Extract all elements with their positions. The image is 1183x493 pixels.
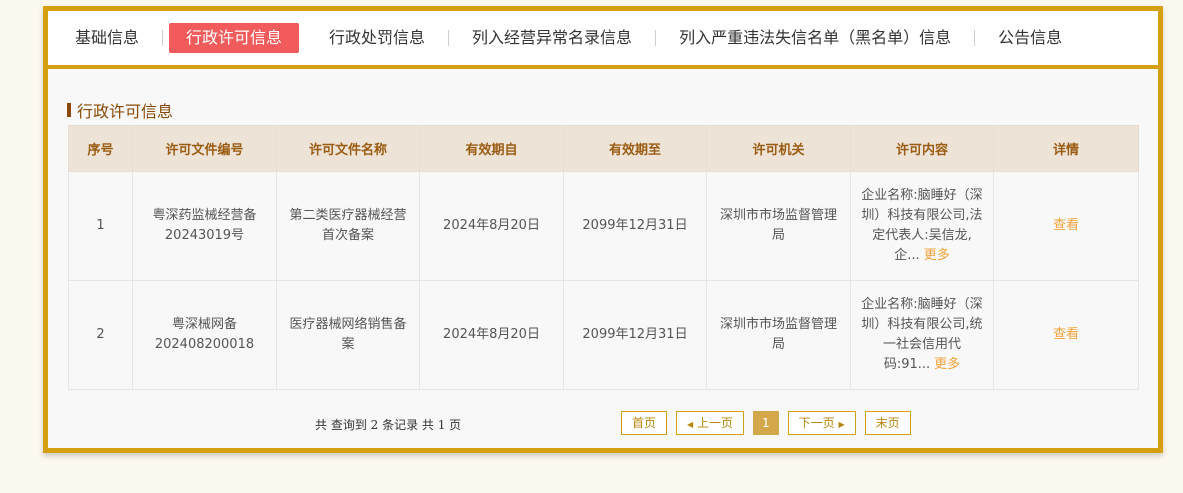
prev-page-button[interactable]: ◀ 上一页 xyxy=(676,411,745,435)
row-valid-from: 2024年8月20日 xyxy=(419,280,564,390)
column-header-authority: 许可机关 xyxy=(706,125,851,172)
table-row: 2 粤深械网备202408200018 医疗器械网络销售备案 2024年8月20… xyxy=(68,280,1139,390)
view-detail-link[interactable]: 查看 xyxy=(1053,327,1079,342)
tab-abnormal-list[interactable]: 列入经营异常名录信息 xyxy=(455,23,649,53)
row-valid-to: 2099年12月31日 xyxy=(563,171,707,281)
prev-page-label: 上一页 xyxy=(697,416,734,430)
tab-bar: 基础信息 行政许可信息 行政处罚信息 列入经营异常名录信息 列入严重违法失信名单… xyxy=(48,11,1158,69)
table-header-row: 序号 许可文件编号 许可文件名称 有效期自 有效期至 许可机关 许可内容 详情 xyxy=(68,125,1139,172)
row-doc-no: 粤深械网备202408200018 xyxy=(132,280,277,390)
row-authority: 深圳市市场监督管理局 xyxy=(706,280,851,390)
pagination-summary: 共 查询到 2 条记录 共 1 页 xyxy=(315,418,462,432)
row-doc-name: 医疗器械网络销售备案 xyxy=(276,280,420,390)
table-row: 1 粤深药监械经营备20243019号 第二类医疗器械经营首次备案 2024年8… xyxy=(68,171,1139,281)
tab-divider xyxy=(974,30,976,46)
more-link[interactable]: 更多 xyxy=(934,357,960,372)
tab-divider xyxy=(655,30,657,46)
column-header-doc-name: 许可文件名称 xyxy=(276,125,420,172)
next-page-label: 下一页 xyxy=(798,416,835,430)
column-header-index: 序号 xyxy=(68,125,133,172)
info-panel: 基础信息 行政许可信息 行政处罚信息 列入经营异常名录信息 列入严重违法失信名单… xyxy=(43,6,1163,453)
caret-left-icon: ◀ xyxy=(687,420,694,429)
column-header-doc-no: 许可文件编号 xyxy=(132,125,277,172)
view-detail-link[interactable]: 查看 xyxy=(1053,218,1079,233)
license-table: 序号 许可文件编号 许可文件名称 有效期自 有效期至 许可机关 许可内容 详情 … xyxy=(68,125,1139,390)
row-content: 企业名称:脑睡好（深圳）科技有限公司,统一社会信用代码:91... xyxy=(861,297,983,372)
row-content: 企业名称:脑睡好（深圳）科技有限公司,法定代表人:吴信龙,企... xyxy=(861,188,983,263)
heading-marker xyxy=(67,103,71,117)
row-doc-name: 第二类医疗器械经营首次备案 xyxy=(276,171,420,281)
current-page-button[interactable]: 1 xyxy=(753,411,779,435)
row-valid-to: 2099年12月31日 xyxy=(563,280,707,390)
column-header-detail: 详情 xyxy=(993,125,1139,172)
tab-blacklist[interactable]: 列入严重违法失信名单（黑名单）信息 xyxy=(662,23,968,53)
tab-admin-license[interactable]: 行政许可信息 xyxy=(169,23,300,53)
section-title-text: 行政许可信息 xyxy=(77,102,174,121)
section-heading: 行政许可信息 xyxy=(67,98,173,122)
row-index: 1 xyxy=(68,171,133,281)
row-doc-no: 粤深药监械经营备20243019号 xyxy=(132,171,277,281)
tab-announcements[interactable]: 公告信息 xyxy=(981,23,1079,53)
row-index: 2 xyxy=(68,280,133,390)
row-authority: 深圳市市场监督管理局 xyxy=(706,171,851,281)
column-header-valid-from: 有效期自 xyxy=(419,125,564,172)
row-valid-from: 2024年8月20日 xyxy=(419,171,564,281)
row-content-cell: 企业名称:脑睡好（深圳）科技有限公司,法定代表人:吴信龙,企... 更多 xyxy=(850,171,994,281)
row-content-cell: 企业名称:脑睡好（深圳）科技有限公司,统一社会信用代码:91... 更多 xyxy=(850,280,994,390)
tab-divider xyxy=(448,30,450,46)
more-link[interactable]: 更多 xyxy=(924,248,950,263)
tab-divider xyxy=(162,30,164,46)
row-detail-cell: 查看 xyxy=(993,280,1139,390)
tab-basic-info[interactable]: 基础信息 xyxy=(58,23,156,53)
next-page-button[interactable]: 下一页 ▶ xyxy=(787,411,856,435)
tab-admin-penalty[interactable]: 行政处罚信息 xyxy=(312,23,442,53)
pagination: 首页 ◀ 上一页 1 下一页 ▶ 末页 xyxy=(621,411,920,435)
row-detail-cell: 查看 xyxy=(993,171,1139,281)
column-header-content: 许可内容 xyxy=(850,125,994,172)
caret-right-icon: ▶ xyxy=(838,420,845,429)
first-page-button[interactable]: 首页 xyxy=(621,411,668,435)
column-header-valid-to: 有效期至 xyxy=(563,125,707,172)
last-page-button[interactable]: 末页 xyxy=(864,411,911,435)
